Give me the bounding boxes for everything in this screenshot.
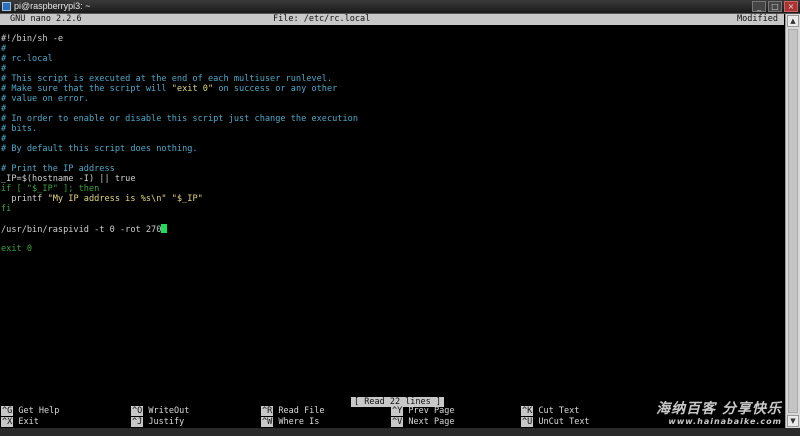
- code-line: fi: [1, 204, 12, 214]
- shortcut-uncut-text[interactable]: ^U UnCut Text: [521, 417, 590, 427]
- code-line: #: [1, 104, 7, 114]
- nano-header: GNU nano 2.2.6 File: /etc/rc.local Modif…: [0, 14, 784, 25]
- code-line: # rc.local: [1, 54, 53, 64]
- code-line: # In order to enable or disable this scr…: [1, 114, 358, 124]
- shortcut-exit[interactable]: ^X Exit: [1, 417, 39, 427]
- shortcut-read-file[interactable]: ^R Read File: [261, 406, 324, 416]
- watermark-url: www.hainabaike.com: [668, 417, 782, 426]
- site-watermark: 海纳百客 分享快乐 www.hainabaike.com: [656, 401, 782, 426]
- code-line: # bits.: [1, 124, 38, 134]
- code-line: exit 0: [1, 244, 33, 254]
- code-line: # By default this script does nothing.: [1, 144, 198, 154]
- code-line: # Make sure that the script will "exit 0…: [1, 84, 338, 94]
- vertical-scrollbar[interactable]: ▲ ▼: [785, 14, 800, 428]
- close-button[interactable]: ×: [784, 1, 798, 12]
- code-line: if [ "$_IP" ]; then: [1, 184, 100, 194]
- maximize-button[interactable]: □: [768, 1, 782, 12]
- window-controls: _ □ ×: [752, 1, 798, 12]
- shortcut-prev-page[interactable]: ^Y Prev Page: [391, 406, 454, 416]
- window-bottom-border: [0, 428, 800, 436]
- putty-icon: [2, 2, 11, 11]
- code-line: # value on error.: [1, 94, 89, 104]
- scroll-up-arrow-icon[interactable]: ▲: [787, 15, 799, 27]
- code-line: #: [1, 44, 7, 54]
- raspivid-command: /usr/bin/raspivid -t 0 -rot 270: [1, 225, 162, 235]
- shortcut-cut-text[interactable]: ^K Cut Text: [521, 406, 579, 416]
- code-line: _IP=$(hostname -I) || true: [1, 174, 136, 184]
- code-line: #!/bin/sh -e: [1, 34, 64, 44]
- modified-indicator: Modified: [737, 14, 778, 24]
- code-line: # This script is executed at the end of …: [1, 74, 333, 84]
- code-line: #: [1, 64, 7, 74]
- code-line: # Print the IP address: [1, 164, 115, 174]
- shortcut-next-page[interactable]: ^V Next Page: [391, 417, 454, 427]
- scroll-down-arrow-icon[interactable]: ▼: [787, 415, 799, 427]
- shortcut-writeout[interactable]: ^O WriteOut: [131, 406, 189, 416]
- code-line: /usr/bin/raspivid -t 0 -rot 270: [1, 224, 783, 235]
- nano-version: GNU nano 2.2.6: [10, 14, 82, 24]
- watermark-text-cn: 海纳百客 分享快乐: [656, 401, 782, 417]
- shortcut-get-help[interactable]: ^G Get Help: [1, 406, 59, 416]
- code-line: #: [1, 134, 7, 144]
- minimize-button[interactable]: _: [752, 1, 766, 12]
- shortcut-where-is[interactable]: ^W Where Is: [261, 417, 319, 427]
- scrollbar-thumb[interactable]: [788, 29, 798, 413]
- editor-area[interactable]: #!/bin/sh -e # # rc.local # # This scrip…: [1, 34, 783, 254]
- code-line: printf "My IP address is %s\n" "$_IP": [1, 194, 203, 204]
- window-title: pi@raspberrypi3: ~: [14, 1, 91, 11]
- file-name: File: /etc/rc.local: [273, 14, 371, 24]
- window-titlebar[interactable]: pi@raspberrypi3: ~ _ □ ×: [0, 0, 800, 14]
- text-cursor: [161, 224, 168, 233]
- shortcut-justify[interactable]: ^J Justify: [131, 417, 184, 427]
